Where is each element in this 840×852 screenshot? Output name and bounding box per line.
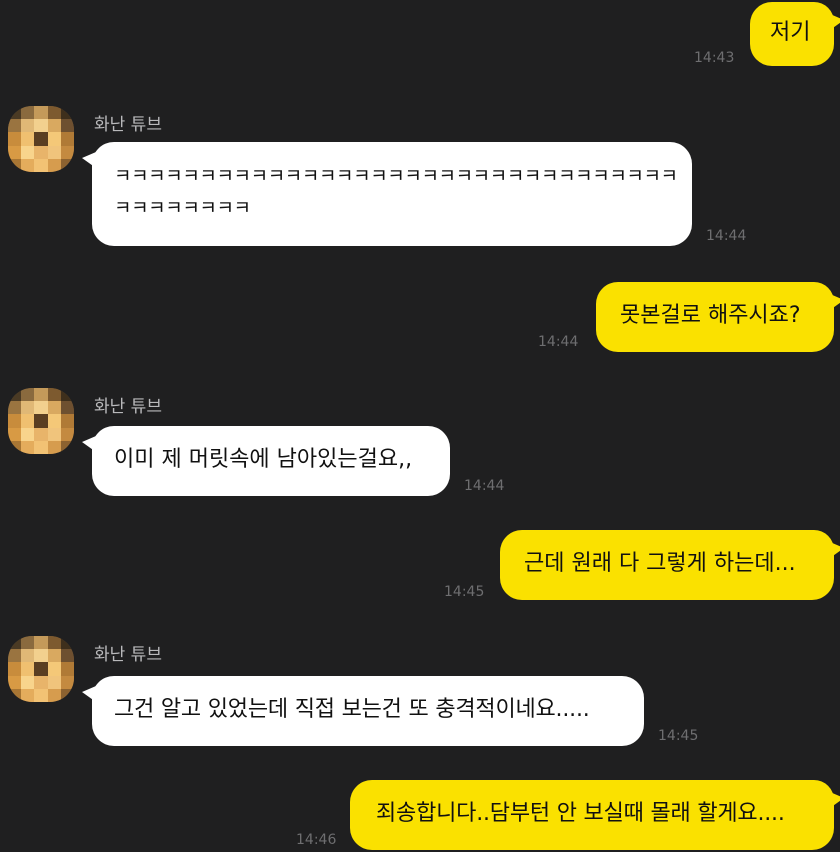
message-text: 근데 원래 다 그렇게 하는데...	[524, 551, 796, 576]
my-message-bubble[interactable]: 죄송합니다..담부턴 안 보실때 몰래 할게요....	[350, 780, 840, 850]
message-text: 그건 알고 있었는데 직접 보는건 또 충격적이네요.....	[114, 697, 590, 722]
message-timestamp: 14:44	[538, 334, 579, 350]
sender-avatar[interactable]	[8, 636, 74, 702]
my-message-bubble[interactable]: 저기	[750, 2, 840, 66]
message-timestamp: 14:46	[296, 832, 337, 848]
message-text: 이미 제 머릿속에 남아있는걸요,,	[114, 447, 413, 472]
message-text-line: ㅋㅋㅋㅋㅋㅋㅋㅋ	[114, 197, 251, 219]
message-text: 못본걸로 해주시죠?	[620, 303, 801, 328]
chat-room: 저기 14:43 화난 튜브 ㅋㅋㅋㅋㅋㅋㅋㅋㅋㅋㅋㅋㅋㅋㅋㅋㅋㅋㅋㅋㅋㅋㅋㅋㅋ…	[0, 0, 840, 852]
my-message-bubble[interactable]: 못본걸로 해주시죠?	[596, 282, 840, 352]
sender-avatar[interactable]	[8, 388, 74, 454]
message-timestamp: 14:43	[694, 50, 735, 66]
sender-avatar[interactable]	[8, 106, 74, 172]
sender-name: 화난 튜브	[94, 115, 162, 135]
message-timestamp: 14:44	[706, 228, 747, 244]
their-message-bubble[interactable]: 이미 제 머릿속에 남아있는걸요,,	[82, 426, 450, 496]
message-timestamp: 14:45	[658, 728, 699, 744]
their-message-bubble[interactable]: 그건 알고 있었는데 직접 보는건 또 충격적이네요.....	[82, 676, 644, 746]
sender-name: 화난 튜브	[94, 397, 162, 417]
message-timestamp: 14:45	[444, 584, 485, 600]
sender-name: 화난 튜브	[94, 645, 162, 665]
message-text-line: ㅋㅋㅋㅋㅋㅋㅋㅋㅋㅋㅋㅋㅋㅋㅋㅋㅋㅋㅋㅋㅋㅋㅋㅋㅋㅋㅋㅋㅋㅋㅋㅋㅋ	[114, 165, 678, 187]
message-text: 죄송합니다..담부턴 안 보실때 몰래 할게요....	[376, 801, 785, 826]
my-message-bubble[interactable]: 근데 원래 다 그렇게 하는데...	[500, 530, 840, 600]
their-message-bubble[interactable]: ㅋㅋㅋㅋㅋㅋㅋㅋㅋㅋㅋㅋㅋㅋㅋㅋㅋㅋㅋㅋㅋㅋㅋㅋㅋㅋㅋㅋㅋㅋㅋㅋㅋ ㅋㅋㅋㅋㅋㅋ…	[82, 142, 692, 246]
message-timestamp: 14:44	[464, 478, 505, 494]
message-text: 저기	[770, 20, 811, 45]
